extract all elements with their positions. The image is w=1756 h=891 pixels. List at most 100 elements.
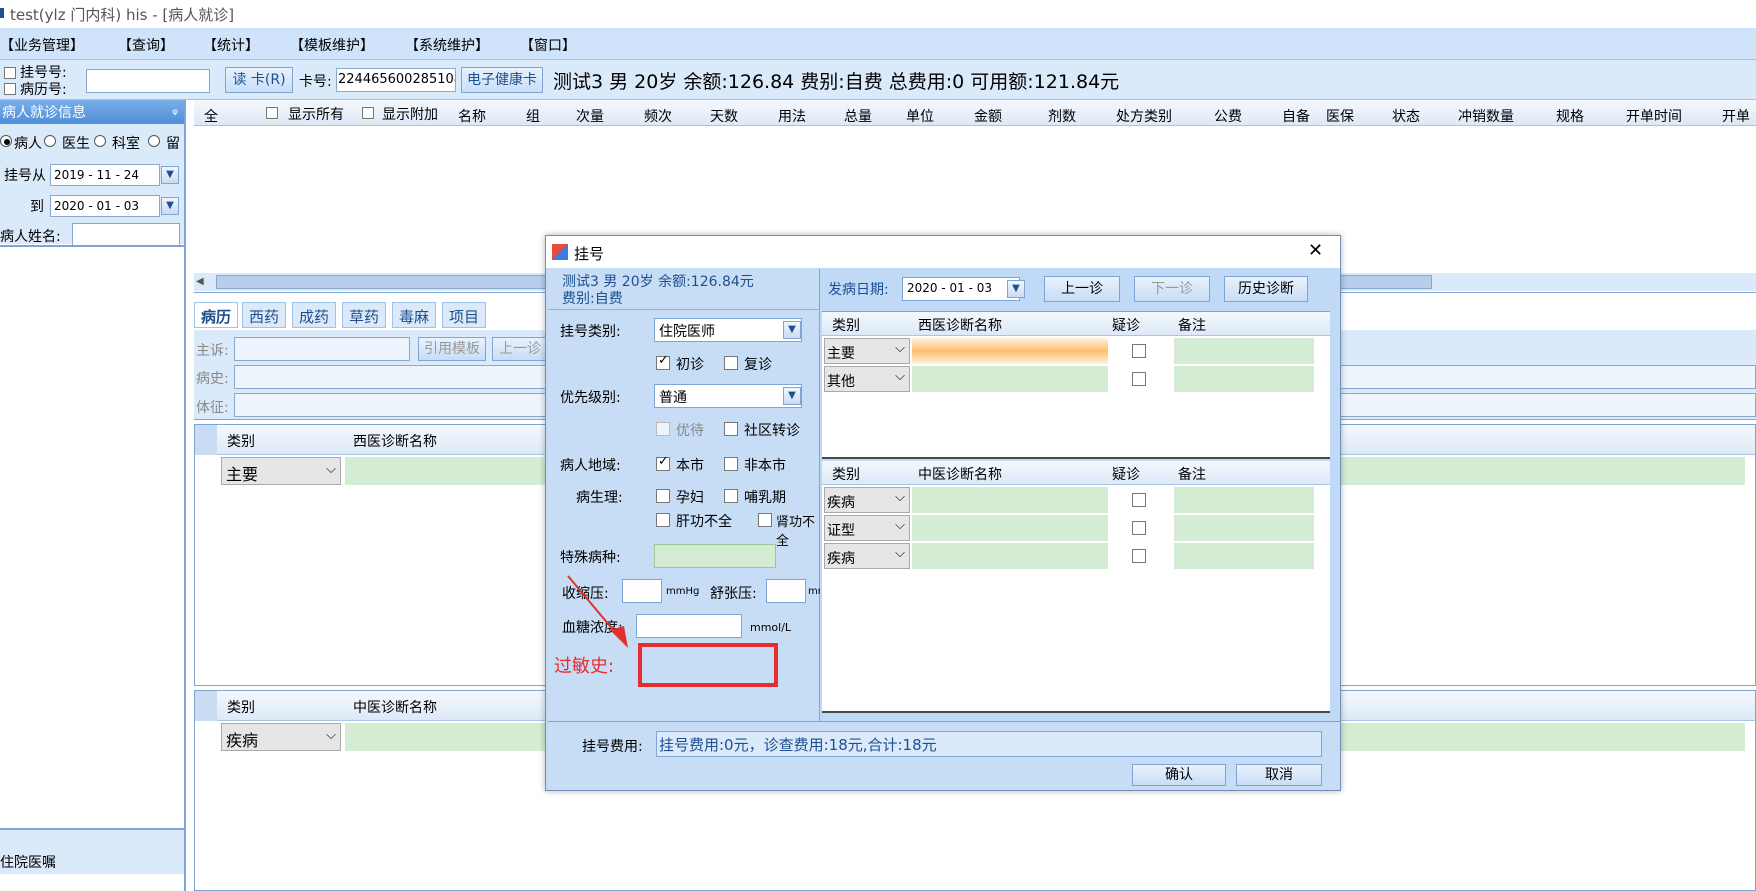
- divider: [548, 309, 820, 310]
- reg-to-dropdown-icon[interactable]: ▼: [161, 197, 179, 215]
- dialog-tcm-row3-note[interactable]: [1174, 543, 1314, 569]
- preferential-label: 优待: [676, 423, 704, 439]
- dialog-tcm-col-note: 备注: [1178, 467, 1206, 483]
- fee-label: 挂号费用:: [582, 739, 643, 755]
- dialog-west-row2-name[interactable]: [912, 366, 1108, 392]
- special-disease-input[interactable]: [654, 544, 776, 568]
- dialog-west-row2-suspect[interactable]: [1132, 372, 1146, 386]
- radio-dept[interactable]: [94, 135, 106, 147]
- menu-window[interactable]: 【窗口】: [520, 35, 576, 55]
- reg-no-checkbox[interactable]: [4, 67, 16, 79]
- tab-narcotic[interactable]: 毒麻: [392, 302, 437, 328]
- dialog-west-row1-suspect[interactable]: [1132, 344, 1146, 358]
- region-label: 病人地域:: [560, 458, 621, 474]
- menu-system[interactable]: 【系统维护】: [405, 35, 489, 55]
- chevron-down-icon[interactable]: ⌵: [895, 518, 905, 533]
- west-type-select[interactable]: 主要 ⌵: [221, 457, 341, 485]
- scroll-left-icon[interactable]: ◀: [196, 276, 204, 287]
- dialog-west-row1-type[interactable]: 主要 ⌵: [824, 338, 910, 364]
- dialog-west-row2-suspect-cell: [1110, 366, 1172, 392]
- menu-query[interactable]: 【查询】: [118, 35, 174, 55]
- dialog-west-row1-note[interactable]: [1174, 338, 1314, 364]
- read-card-button[interactable]: 读 卡(R): [225, 67, 293, 93]
- dialog-west-row2-note[interactable]: [1174, 366, 1314, 392]
- diastolic-input[interactable]: [766, 579, 806, 603]
- onset-date-dropdown-icon[interactable]: ▼: [1007, 280, 1025, 298]
- reg-type-select[interactable]: 住院医师: [654, 318, 802, 342]
- first-visit-label: 初诊: [676, 357, 704, 373]
- community-checkbox[interactable]: [724, 422, 738, 436]
- tab-western[interactable]: 西药: [242, 302, 287, 328]
- inpatient-order-label[interactable]: 住院医嘱: [0, 852, 56, 872]
- close-icon[interactable]: ✕: [1308, 240, 1323, 261]
- radio-patient[interactable]: [0, 135, 12, 147]
- radio-stay[interactable]: [148, 135, 160, 147]
- tab-item[interactable]: 项目: [442, 302, 487, 328]
- card-no-input[interactable]: 224465600285108: [336, 68, 456, 92]
- dialog-tcm-row2-type[interactable]: 证型 ⌵: [824, 515, 910, 541]
- nonlocal-checkbox[interactable]: [724, 457, 738, 471]
- dialog-west-row2-type[interactable]: 其他 ⌵: [824, 366, 910, 392]
- prev-visit-dialog-button[interactable]: 上一诊: [1044, 276, 1120, 302]
- dialog-tcm-row1-note[interactable]: [1174, 487, 1314, 513]
- reg-no-input[interactable]: [86, 69, 210, 93]
- dialog-tcm-row2-suspect[interactable]: [1132, 521, 1146, 535]
- reg-from-date[interactable]: 2019 - 11 - 24: [50, 164, 160, 186]
- chevron-down-icon[interactable]: ⌵: [326, 462, 336, 477]
- show-extra-checkbox[interactable]: [362, 107, 374, 119]
- tcm-type-select[interactable]: 疾病 ⌵: [221, 723, 341, 751]
- menu-template[interactable]: 【模板维护】: [290, 35, 374, 55]
- onset-date-input[interactable]: 2020 - 01 - 03: [902, 277, 1020, 301]
- confirm-button[interactable]: 确认: [1132, 764, 1226, 786]
- dialog-tcm-row1-name[interactable]: [912, 487, 1108, 513]
- pin-icon[interactable]: ᵩ: [172, 102, 178, 118]
- dialog-west-col-suspect: 疑诊: [1112, 318, 1140, 334]
- reg-type-dropdown-icon[interactable]: ▼: [783, 321, 801, 339]
- preferential-checkbox[interactable]: [656, 422, 670, 436]
- quote-template-button[interactable]: 引用模板: [418, 337, 486, 361]
- pregnant-checkbox[interactable]: [656, 489, 670, 503]
- dialog-tcm-row2-value: 证型: [827, 523, 855, 539]
- kidney-checkbox[interactable]: [758, 513, 772, 527]
- local-checkbox[interactable]: [656, 454, 670, 471]
- priority-select[interactable]: 普通: [654, 384, 802, 408]
- show-all-checkbox[interactable]: [266, 107, 278, 119]
- history-diagnosis-button[interactable]: 历史诊断: [1224, 276, 1308, 302]
- radio-doctor[interactable]: [44, 135, 56, 147]
- dialog-tcm-row2-note[interactable]: [1174, 515, 1314, 541]
- dialog-tcm-row3-type[interactable]: 疾病 ⌵: [824, 543, 910, 569]
- dialog-title: 挂号: [574, 245, 605, 263]
- priority-dropdown-icon[interactable]: ▼: [783, 387, 801, 405]
- chevron-down-icon[interactable]: ⌵: [326, 728, 336, 743]
- reg-from-dropdown-icon[interactable]: ▼: [161, 166, 179, 184]
- prev-visit-button[interactable]: 上一诊: [492, 337, 548, 361]
- complaint-input[interactable]: [234, 337, 410, 361]
- liver-checkbox[interactable]: [656, 513, 670, 527]
- dialog-tcm-row2-name[interactable]: [912, 515, 1108, 541]
- chevron-down-icon[interactable]: ⌵: [895, 546, 905, 561]
- lactation-checkbox[interactable]: [724, 489, 738, 503]
- chevron-down-icon[interactable]: ⌵: [895, 341, 905, 356]
- tab-herbal[interactable]: 草药: [342, 302, 387, 328]
- chevron-down-icon[interactable]: ⌵: [895, 369, 905, 384]
- menu-business[interactable]: 【业务管理】: [0, 35, 84, 55]
- dialog-tcm-row1-type[interactable]: 疾病 ⌵: [824, 487, 910, 513]
- tab-patent[interactable]: 成药: [292, 302, 337, 328]
- cancel-button[interactable]: 取消: [1236, 764, 1322, 786]
- allergy-highlight-box[interactable]: [638, 643, 778, 687]
- patient-name-input[interactable]: [72, 223, 180, 247]
- dialog-tcm-row3-value: 疾病: [827, 551, 855, 567]
- dialog-tcm-row3-name[interactable]: [912, 543, 1108, 569]
- dialog-west-row1-name[interactable]: [912, 338, 1108, 364]
- next-visit-button[interactable]: 下一诊: [1134, 276, 1210, 302]
- dialog-tcm-row1-suspect[interactable]: [1132, 493, 1146, 507]
- first-visit-checkbox[interactable]: [656, 353, 670, 370]
- revisit-checkbox[interactable]: [724, 356, 738, 370]
- tab-record[interactable]: 病历: [194, 302, 239, 328]
- menu-statistics[interactable]: 【统计】: [203, 35, 259, 55]
- record-no-checkbox[interactable]: [4, 83, 16, 95]
- chevron-down-icon[interactable]: ⌵: [895, 490, 905, 505]
- reg-to-date[interactable]: 2020 - 01 - 03: [50, 195, 160, 217]
- dialog-tcm-row3-suspect[interactable]: [1132, 549, 1146, 563]
- health-card-button[interactable]: 电子健康卡: [461, 67, 543, 93]
